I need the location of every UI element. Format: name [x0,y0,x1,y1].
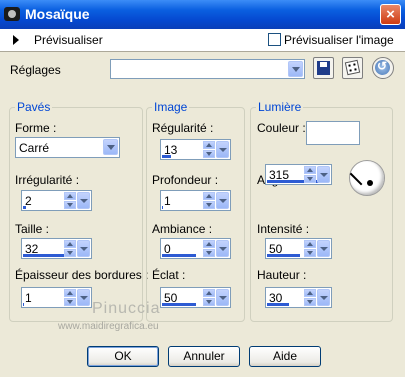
decrement-icon[interactable] [304,298,316,306]
eclat-spinner[interactable]: 50 [160,287,231,308]
eclat-level-bar [162,303,196,306]
increment-icon[interactable] [64,289,76,297]
preview-image-checkbox[interactable] [268,33,281,46]
dice-icon [344,59,361,76]
regularite-label: Régularité : [152,121,214,135]
irregularite-value[interactable]: 2 [25,194,32,208]
epaisseur-level-bar [23,303,24,306]
preview-toggle-label[interactable]: Prévisualiser [34,33,103,47]
hauteur-level-bar [267,303,289,306]
decrement-icon[interactable] [304,175,316,183]
chevron-down-icon[interactable] [77,240,90,257]
decrement-icon[interactable] [64,249,76,257]
chevron-down-icon[interactable] [216,240,229,257]
help-button[interactable]: Aide [249,346,321,367]
taille-spinner[interactable]: 32 [21,238,92,259]
forme-select[interactable]: Carré [15,137,120,158]
chevron-down-icon[interactable] [77,289,90,306]
cancel-button[interactable]: Annuler [168,346,240,367]
ok-button[interactable]: OK [87,346,159,367]
epaisseur-value[interactable]: 1 [25,291,32,305]
intensite-level-bar [267,254,300,257]
chevron-down-icon[interactable] [288,61,303,77]
decrement-icon[interactable] [64,201,76,209]
chevron-down-icon[interactable] [317,166,330,183]
preview-bar: Prévisualiser Prévisualiser l'image [0,29,405,52]
reset-button[interactable] [372,57,394,79]
forme-label: Forme : [15,121,57,135]
decrement-icon[interactable] [203,201,215,209]
increment-icon[interactable] [203,192,215,200]
increment-icon[interactable] [203,141,215,149]
expand-triangle-icon[interactable] [13,35,19,45]
watermark-author: Pinuccia [92,300,161,317]
chevron-down-icon[interactable] [103,139,118,155]
epaisseur-label: Épaisseur des bordures : [15,268,149,282]
increment-icon[interactable] [64,240,76,248]
settings-dropdown[interactable] [110,59,305,79]
increment-icon[interactable] [304,289,316,297]
paves-group-title: Pavés [15,100,53,114]
watermark-url: www.maidiregrafica.eu [58,321,159,332]
profondeur-value[interactable]: 1 [164,194,171,208]
app-icon [4,7,20,21]
hauteur-spinner[interactable]: 30 [265,287,332,308]
chevron-down-icon[interactable] [317,289,330,306]
reset-arrow-icon [375,59,390,75]
chevron-down-icon[interactable] [317,240,330,257]
intensite-label: Intensité : [257,222,310,236]
eclat-label: Éclat : [152,268,186,282]
regularite-level-bar [162,155,171,158]
hauteur-label: Hauteur : [257,268,307,282]
irregularite-label: Irrégularité : [15,173,80,187]
epaisseur-spinner[interactable]: 1 [21,287,92,308]
taille-label: Taille : [15,222,50,236]
irregularite-spinner[interactable]: 2 [21,190,92,211]
increment-icon[interactable] [203,289,215,297]
window-title: Mosaïque [25,6,90,22]
chevron-down-icon[interactable] [216,141,229,158]
irregularite-level-bar [23,206,26,209]
increment-icon[interactable] [304,240,316,248]
title-bar: Mosaïque × [0,0,405,29]
forme-value: Carré [19,141,50,155]
ambiance-label: Ambiance : [152,222,213,236]
profondeur-level-bar [162,206,163,209]
preview-image-label[interactable]: Prévisualiser l'image [284,33,394,47]
floppy-disk-icon [317,61,330,75]
chevron-down-icon[interactable] [216,192,229,209]
intensite-spinner[interactable]: 50 [265,238,332,259]
image-group-title: Image [152,100,190,114]
increment-icon[interactable] [64,192,76,200]
decrement-icon[interactable] [304,249,316,257]
decrement-icon[interactable] [64,298,76,306]
angle-spinner[interactable]: 315 [265,164,332,185]
dial-needle-icon [349,172,363,186]
ambiance-spinner[interactable]: 0 [160,238,231,259]
decrement-icon[interactable] [203,298,215,306]
dial-knob [367,180,373,186]
profondeur-spinner[interactable]: 1 [160,190,231,211]
chevron-down-icon[interactable] [77,192,90,209]
color-swatch[interactable] [306,121,360,145]
lumiere-group-title: Lumière [256,100,304,114]
randomize-button[interactable] [342,57,363,79]
decrement-icon[interactable] [203,150,215,158]
regularite-spinner[interactable]: 13 [160,139,231,160]
chevron-down-icon[interactable] [216,289,229,306]
couleur-label: Couleur : [257,121,306,135]
taille-level-bar [23,254,69,257]
save-settings-button[interactable] [313,57,334,79]
close-button[interactable]: × [380,4,401,25]
decrement-icon[interactable] [203,249,215,257]
profondeur-label: Profondeur : [152,173,219,187]
settings-label: Réglages [10,63,61,77]
increment-icon[interactable] [304,166,316,174]
increment-icon[interactable] [203,240,215,248]
ambiance-level-bar [162,254,196,257]
angle-dial[interactable] [349,160,385,196]
